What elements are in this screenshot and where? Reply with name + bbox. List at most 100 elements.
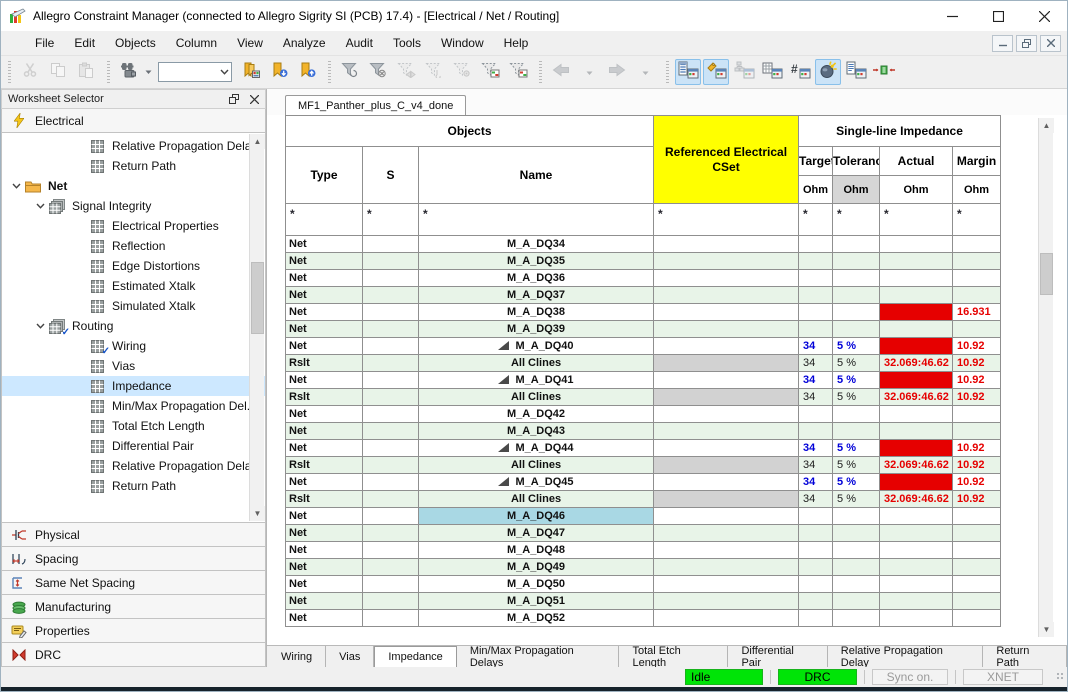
cell-actual[interactable] — [880, 423, 953, 440]
cell-s[interactable] — [363, 457, 419, 474]
cell-tolerance[interactable]: 5 % — [833, 457, 880, 474]
cell-name[interactable]: M_A_DQ50 — [419, 576, 654, 593]
cell-s[interactable] — [363, 406, 419, 423]
cell-name[interactable]: M_A_DQ42 — [419, 406, 654, 423]
cell-target[interactable]: 34 — [799, 355, 833, 372]
cell-margin[interactable] — [953, 508, 1001, 525]
cell-tolerance[interactable] — [833, 525, 880, 542]
cell-name[interactable]: All Clines — [419, 491, 654, 508]
section-spacing[interactable]: Spacing — [1, 547, 266, 571]
maximize-button[interactable] — [975, 1, 1021, 31]
cell-name[interactable]: M_A_DQ47 — [419, 525, 654, 542]
dropdown-chevron-icon[interactable] — [143, 59, 153, 85]
cell-referenced-cset[interactable] — [654, 610, 799, 627]
cell-margin[interactable] — [953, 287, 1001, 304]
cell-s[interactable] — [363, 372, 419, 389]
cell-actual[interactable]: 32.069:46.62 — [880, 491, 953, 508]
filter-cell-tolerance[interactable]: * — [833, 204, 880, 236]
cell-actual[interactable] — [880, 559, 953, 576]
cell-margin[interactable]: 10.92 — [953, 474, 1001, 491]
cell-margin[interactable] — [953, 559, 1001, 576]
analysis-mode-button[interactable] — [815, 59, 841, 85]
show-related-objects-filter-button[interactable] — [505, 59, 531, 85]
cell-actual[interactable] — [880, 287, 953, 304]
cell-tolerance[interactable] — [833, 423, 880, 440]
menu-help[interactable]: Help — [494, 33, 539, 53]
cell-target[interactable] — [799, 559, 833, 576]
bookmark-previous-button[interactable] — [294, 59, 320, 85]
tree-scroll-thumb[interactable] — [251, 262, 264, 334]
tree-item-relative-propagation-delay[interactable]: Relative Propagation Delay — [2, 456, 265, 476]
cell-actual[interactable] — [880, 253, 953, 270]
cell-margin[interactable] — [953, 406, 1001, 423]
cell-target[interactable] — [799, 406, 833, 423]
cell-margin[interactable] — [953, 270, 1001, 287]
cell-name[interactable]: M_A_DQ45 — [419, 474, 654, 491]
cell-type[interactable]: Net — [286, 525, 363, 542]
cell-name[interactable]: M_A_DQ37 — [419, 287, 654, 304]
cell-tolerance[interactable] — [833, 542, 880, 559]
cell-target[interactable]: 34 — [799, 440, 833, 457]
tree-scroll-up-icon[interactable]: ▲ — [250, 134, 265, 149]
cell-target[interactable]: 34 — [799, 491, 833, 508]
tree-item-vias[interactable]: Vias — [2, 356, 265, 376]
cell-type[interactable]: Net — [286, 287, 363, 304]
cell-target[interactable]: 34 — [799, 389, 833, 406]
cell-referenced-cset[interactable] — [654, 542, 799, 559]
cell-margin[interactable]: 10.92 — [953, 457, 1001, 474]
cell-type[interactable]: Net — [286, 338, 363, 355]
cell-margin[interactable] — [953, 576, 1001, 593]
cell-s[interactable] — [363, 593, 419, 610]
cell-name[interactable]: M_A_DQ44 — [419, 440, 654, 457]
cell-name[interactable]: M_A_DQ46 — [419, 508, 654, 525]
cell-s[interactable] — [363, 338, 419, 355]
tree-item-estimated-xtalk[interactable]: Estimated Xtalk — [2, 276, 265, 296]
clear-filter-button[interactable] — [365, 59, 391, 85]
cell-name[interactable]: All Clines — [419, 355, 654, 372]
tab-vias[interactable]: Vias — [326, 646, 374, 667]
cell-margin[interactable]: 10.92 — [953, 440, 1001, 457]
bookmark-next-button[interactable] — [266, 59, 292, 85]
cell-tolerance[interactable]: 5 % — [833, 389, 880, 406]
close-button[interactable] — [1021, 1, 1067, 31]
chevron-down-icon[interactable] — [217, 69, 231, 75]
cell-margin[interactable] — [953, 253, 1001, 270]
filter-cell-name[interactable]: * — [419, 204, 654, 236]
cell-referenced-cset[interactable] — [654, 474, 799, 491]
cell-s[interactable] — [363, 355, 419, 372]
impedance-group-header[interactable]: Single-line Impedance — [799, 116, 1001, 147]
expand-triangle-icon[interactable] — [498, 341, 509, 350]
actual-column-header[interactable]: Actual — [880, 147, 953, 176]
cell-target[interactable] — [799, 270, 833, 287]
cell-type[interactable]: Net — [286, 610, 363, 627]
cell-tolerance[interactable]: 5 % — [833, 372, 880, 389]
section-manufacturing[interactable]: Manufacturing — [1, 595, 266, 619]
cell-margin[interactable] — [953, 525, 1001, 542]
cell-referenced-cset[interactable] — [654, 338, 799, 355]
cell-margin[interactable]: 10.92 — [953, 338, 1001, 355]
tree-expander-icon[interactable] — [32, 203, 48, 209]
menu-window[interactable]: Window — [431, 33, 494, 53]
close-panel-icon[interactable] — [247, 92, 261, 106]
cell-referenced-cset[interactable] — [654, 593, 799, 610]
table-scroll-down-icon[interactable]: ▼ — [1039, 622, 1054, 637]
cell-name[interactable]: M_A_DQ35 — [419, 253, 654, 270]
cell-tolerance[interactable] — [833, 304, 880, 321]
menu-view[interactable]: View — [227, 33, 273, 53]
target-column-header[interactable]: Target — [799, 147, 833, 176]
tree-item-edge-distortions[interactable]: Edge Distortions — [2, 256, 265, 276]
cell-tolerance[interactable]: 5 % — [833, 474, 880, 491]
tree-item-wiring[interactable]: ✓Wiring — [2, 336, 265, 356]
cell-type[interactable]: Net — [286, 440, 363, 457]
tree-item-routing[interactable]: ✓Routing — [2, 316, 265, 336]
cell-tolerance[interactable] — [833, 559, 880, 576]
tree-scroll-down-icon[interactable]: ▼ — [250, 506, 265, 521]
cell-target[interactable] — [799, 576, 833, 593]
cell-referenced-cset[interactable] — [654, 321, 799, 338]
section-same-net-spacing[interactable]: Same Net Spacing — [1, 571, 266, 595]
child-minimize-button[interactable] — [992, 35, 1013, 52]
cell-name[interactable]: M_A_DQ39 — [419, 321, 654, 338]
cell-margin[interactable]: 10.92 — [953, 372, 1001, 389]
tree-item-total-etch-length[interactable]: Total Etch Length — [2, 416, 265, 436]
tree-item-reflection[interactable]: Reflection — [2, 236, 265, 256]
